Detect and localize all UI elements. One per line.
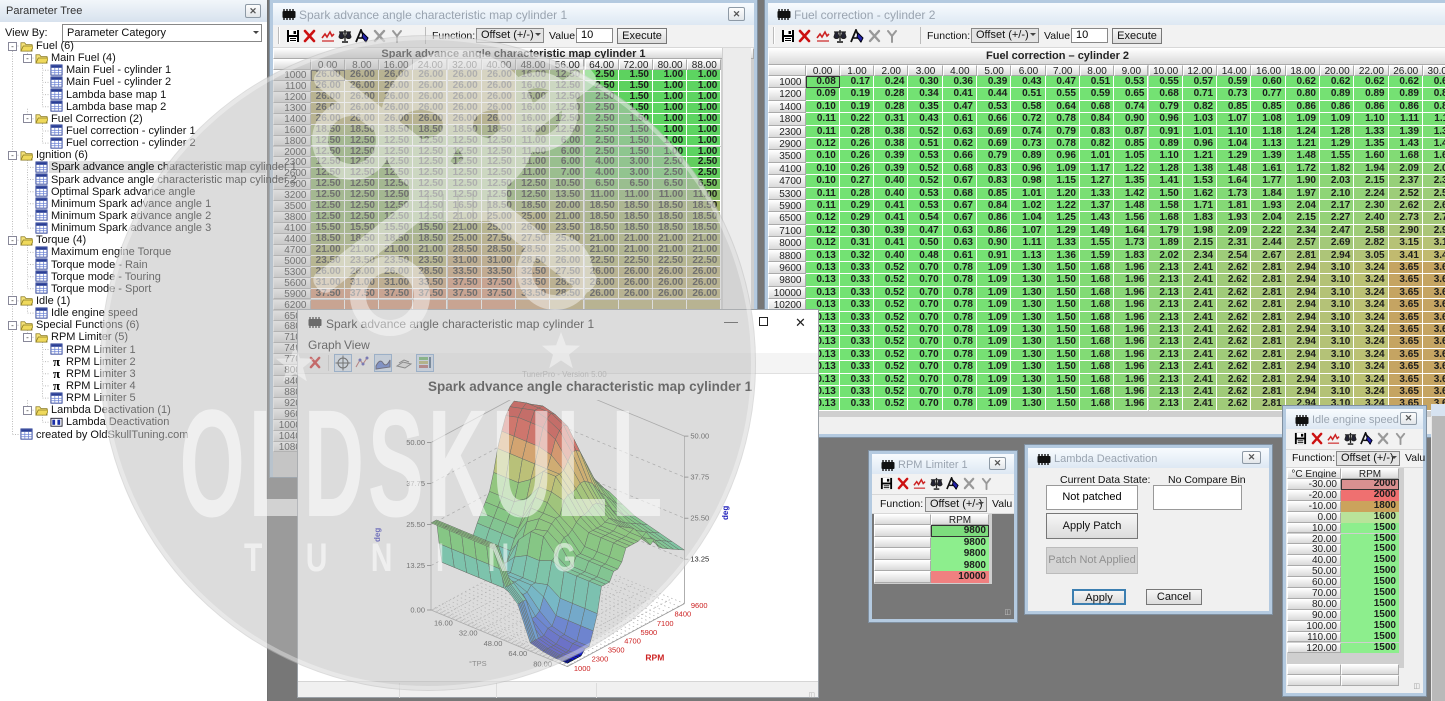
svg-text:37.75: 37.75	[690, 473, 709, 482]
svg-text:50.00: 50.00	[690, 432, 709, 441]
svg-text:50.00: 50.00	[406, 438, 425, 447]
svg-text:°TPS: °TPS	[469, 659, 487, 668]
svg-text:16.00: 16.00	[434, 618, 453, 627]
svg-text:64.00: 64.00	[508, 649, 527, 658]
svg-text:0.00: 0.00	[410, 606, 425, 615]
svg-text:9600: 9600	[691, 601, 708, 610]
svg-text:25.50: 25.50	[406, 520, 425, 529]
svg-text:25.50: 25.50	[690, 514, 709, 523]
svg-text:80.00: 80.00	[533, 660, 552, 669]
svg-text:13.25: 13.25	[406, 561, 425, 570]
svg-text:48.00: 48.00	[484, 639, 503, 648]
svg-text:3500: 3500	[608, 646, 625, 655]
svg-text:deg: deg	[373, 528, 382, 542]
svg-text:32.00: 32.00	[459, 629, 478, 638]
svg-text:13.25: 13.25	[690, 555, 709, 564]
svg-text:8400: 8400	[675, 610, 692, 619]
svg-text:4700: 4700	[624, 637, 641, 646]
svg-text:RPM: RPM	[645, 653, 664, 663]
svg-text:37.75: 37.75	[406, 479, 425, 488]
svg-text:7100: 7100	[657, 619, 674, 628]
svg-text:1000: 1000	[574, 664, 591, 673]
svg-text:5900: 5900	[641, 628, 658, 637]
svg-text:2300: 2300	[592, 654, 609, 663]
svg-text:deg: deg	[721, 506, 730, 520]
